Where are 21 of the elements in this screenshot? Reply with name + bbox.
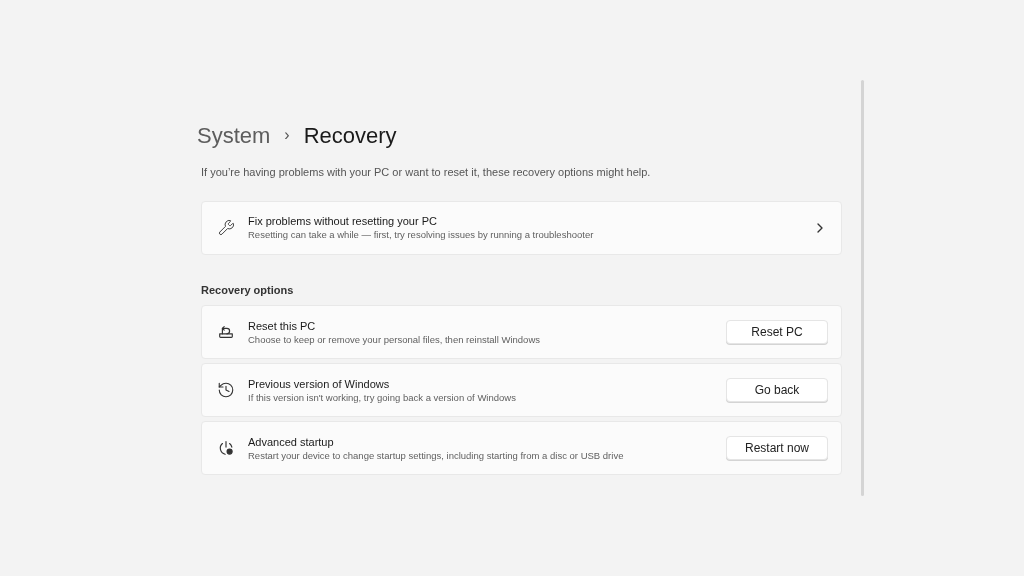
page-description: If you’re having problems with your PC or want to reset it, these recovery options might help. [201,165,652,180]
action-button[interactable]: Go back [726,378,828,402]
card-subtitle: If this version isn't working, try going back a version of Windows [248,390,517,404]
card-subtitle: Restart your device to change startup settings, including starting from a disc or USB drive [248,448,625,462]
reset-icon [217,323,235,341]
action-button[interactable]: Restart now [726,436,828,460]
card-title: Reset this PC [248,318,317,333]
wrench-icon [217,219,235,236]
history-icon [217,381,235,399]
breadcrumb-separator: › [284,125,290,145]
action-button[interactable]: Reset PC [726,320,828,344]
power-icon [217,439,235,457]
card-subtitle: Resetting can take a while — first, try resolving issues by running a troubleshooter [248,228,595,241]
card-title: Previous version of Windows [248,376,391,391]
card-subtitle: Choose to keep or remove your personal files, then reinstall Windows [248,332,541,346]
card-title: Advanced startup [248,434,335,449]
section-heading: Recovery options [201,282,295,298]
settings-card[interactable]: Fix problems without resetting your PC Resetting can take a while — first, try resolving issues by running a troubleshooter [201,200,842,255]
breadcrumb-parent[interactable]: System [197,118,271,152]
page-title: Recovery [303,121,397,150]
card-title: Fix problems without resetting your PC [248,214,438,228]
